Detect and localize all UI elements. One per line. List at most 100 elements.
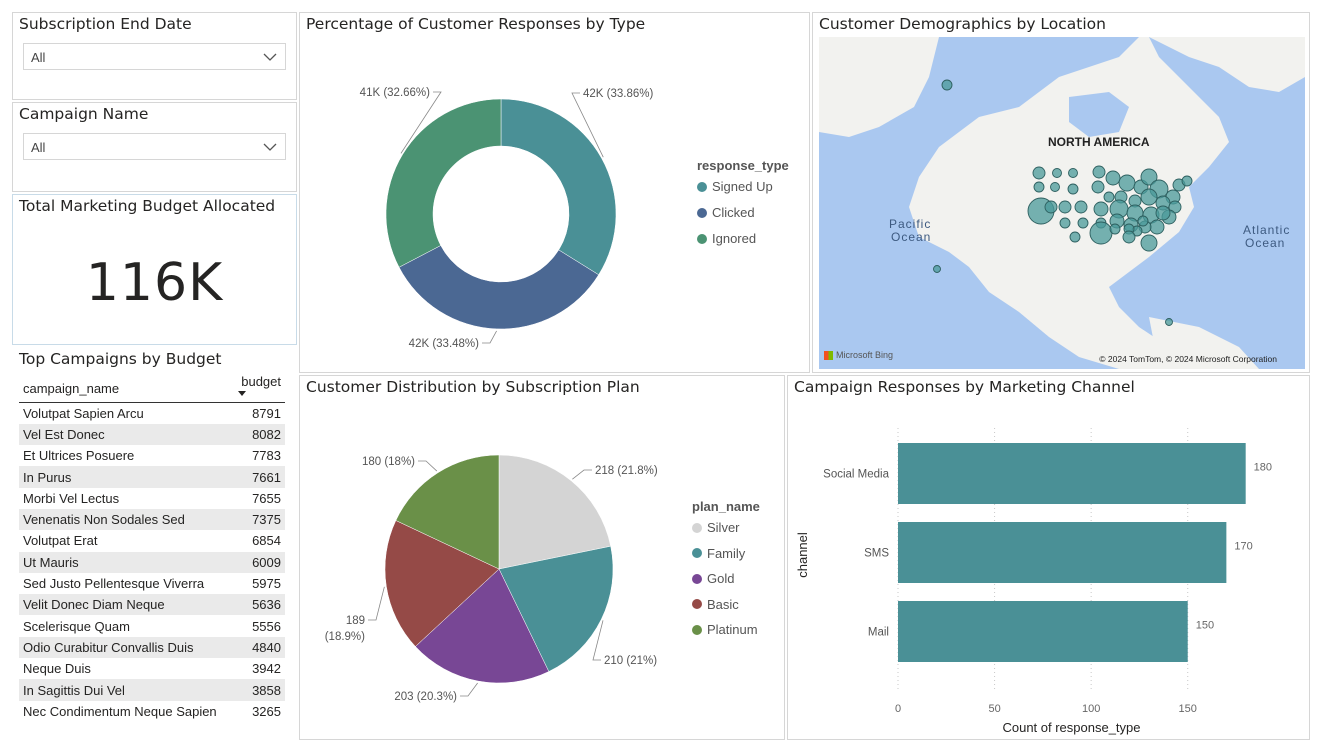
dropdown-value: All	[31, 50, 46, 65]
location-bubble[interactable]	[1103, 191, 1115, 203]
table-row[interactable]: Odio Curabitur Convallis Duis 4840	[19, 636, 285, 659]
column-header-campaign-name[interactable]: campaign_name	[19, 372, 235, 403]
location-bubble[interactable]	[1181, 175, 1193, 187]
legend-swatch	[697, 207, 707, 218]
location-bubble[interactable]	[1050, 182, 1060, 192]
legend-item-family[interactable]: Family	[692, 546, 745, 561]
table-row[interactable]: Nec Condimentum Neque Sapien 3265	[19, 701, 285, 722]
location-bubble[interactable]	[1069, 231, 1081, 243]
location-bubble[interactable]	[941, 79, 953, 91]
marketing-channel-bar-chart: 0 50 100 150 Social Media 180 SMS 170 Mail 150 Cou…	[795, 428, 1272, 735]
location-bubble[interactable]	[1137, 215, 1149, 227]
location-bubble[interactable]	[1091, 180, 1105, 194]
location-bubble[interactable]	[1067, 183, 1079, 195]
location-bubble[interactable]	[933, 265, 941, 273]
bar-social-media[interactable]	[898, 443, 1246, 504]
table-row[interactable]: Venenatis Non Sodales Sed 7375	[19, 508, 285, 531]
location-bubble[interactable]	[1059, 217, 1071, 229]
table-row[interactable]: Ut Mauris 6009	[19, 551, 285, 573]
campaign-name-cell: Sed Justo Pellentesque Viverra	[23, 576, 205, 592]
location-bubble[interactable]	[1074, 200, 1088, 214]
location-bubble[interactable]	[1140, 234, 1158, 252]
chevron-down-icon	[263, 53, 277, 61]
table-row[interactable]: Sed Justo Pellentesque Viverra 5975	[19, 573, 285, 594]
data-label: 189	[346, 615, 365, 627]
campaign-name-cell: Morbi Vel Lectus	[23, 490, 120, 506]
column-header-budget[interactable]: budget	[234, 372, 285, 403]
chart-title: Customer Demographics by Location	[819, 15, 1106, 33]
response-type-donut-panel: Percentage of Customer Responses by Type…	[299, 12, 810, 373]
campaign-name-cell: Venenatis Non Sodales Sed	[19, 508, 235, 531]
location-bubble[interactable]	[1155, 205, 1171, 221]
location-bubble[interactable]	[1044, 200, 1058, 214]
location-bubble[interactable]	[1092, 165, 1106, 179]
data-label: 150	[1196, 620, 1214, 632]
legend-item-gold[interactable]: Gold	[692, 571, 734, 586]
campaign-name-cell: Velit Donec Diam Neque	[19, 594, 235, 616]
location-bubble[interactable]	[1140, 188, 1158, 206]
location-bubble[interactable]	[1093, 201, 1109, 217]
data-label: (18.9%)	[325, 631, 365, 643]
campaign-name-cell: Vel Est Donec	[19, 423, 235, 446]
slice-ignored[interactable]	[385, 98, 502, 268]
legend-item-platinum[interactable]: Platinum	[692, 622, 758, 637]
location-bubble[interactable]	[1118, 174, 1136, 192]
bar-mail[interactable]	[898, 601, 1188, 662]
slice-clicked[interactable]	[398, 245, 599, 330]
table-row[interactable]: Volutpat Erat 6854	[19, 530, 285, 551]
chart-title: Campaign Responses by Marketing Channel	[794, 378, 1135, 396]
location-bubble[interactable]	[1109, 223, 1121, 235]
location-bubble[interactable]	[1077, 217, 1089, 229]
location-bubble[interactable]	[1149, 219, 1165, 235]
top-campaigns-table: campaign_name budget Volutpat Sapien Arc…	[19, 372, 285, 722]
budget-cell: 7661	[234, 466, 285, 488]
table-row[interactable]: Neque Duis 3942	[19, 658, 285, 679]
legend-swatch	[697, 233, 707, 244]
bar-sms[interactable]	[898, 522, 1227, 583]
location-bubble[interactable]	[1105, 170, 1121, 186]
budget-cell: 3265	[252, 703, 281, 719]
table-row[interactable]: Et Ultrices Posuere 7783	[19, 445, 285, 466]
chart-title: Percentage of Customer Responses by Type	[306, 15, 646, 33]
campaign-name-cell: Volutpat Erat	[23, 533, 98, 549]
location-bubble[interactable]	[1032, 166, 1046, 180]
legend-item-clicked[interactable]: Clicked	[697, 205, 755, 220]
campaign-name-dropdown[interactable]: All	[23, 133, 286, 160]
location-bubble[interactable]	[1033, 181, 1045, 193]
table-row[interactable]: In Sagittis Dui Vel 3858	[19, 679, 285, 701]
budget-cell: 7375	[234, 508, 285, 531]
table-row[interactable]: In Purus 7661	[19, 466, 285, 488]
legend-swatch	[692, 599, 702, 609]
legend-item-basic[interactable]: Basic	[692, 597, 739, 612]
customer-location-map[interactable]: NORTH AMERICA Pacific Ocean Atlantic Oce…	[819, 37, 1305, 369]
table-row[interactable]: Scelerisque Quam 5556	[19, 615, 285, 636]
campaign-name-cell: Ut Mauris	[19, 551, 235, 573]
campaign-name-slicer: Campaign Name All	[12, 102, 297, 192]
location-bubble[interactable]	[1122, 230, 1136, 244]
legend-item-signed-up[interactable]: Signed Up	[697, 179, 773, 194]
location-bubble[interactable]	[1089, 221, 1113, 245]
data-label: 42K (33.86%)	[583, 88, 653, 100]
legend-item-ignored[interactable]: Ignored	[697, 231, 756, 246]
map-attribution: © 2024 TomTom, © 2024 Microsoft Corporat…	[1099, 354, 1277, 364]
legend-item-silver[interactable]: Silver	[692, 520, 740, 535]
location-bubble[interactable]	[1068, 168, 1078, 178]
table-row[interactable]: Velit Donec Diam Neque 5636	[19, 594, 285, 616]
budget-cell: 7783	[252, 448, 281, 464]
table-title: Top Campaigns by Budget	[19, 350, 222, 368]
card-title: Total Marketing Budget Allocated	[19, 197, 276, 215]
subscription-end-date-dropdown[interactable]: All	[23, 43, 286, 70]
table-row[interactable]: Vel Est Donec 8082	[19, 423, 285, 446]
bing-logo: Microsoft Bing	[824, 350, 893, 360]
marketing-channel-bar-panel: Campaign Responses by Marketing Channel …	[787, 375, 1310, 740]
budget-cell: 3858	[234, 679, 285, 701]
campaign-name-cell: Scelerisque Quam	[23, 618, 130, 634]
location-bubble[interactable]	[1058, 200, 1072, 214]
location-bubble[interactable]	[1052, 168, 1062, 178]
slice-signed-up[interactable]	[500, 98, 617, 276]
table-row[interactable]: Volutpat Sapien Arcu 8791	[19, 403, 285, 424]
budget-cell: 8791	[252, 405, 281, 421]
location-bubble[interactable]	[1165, 318, 1173, 326]
campaign-name-cell: In Sagittis Dui Vel	[19, 679, 235, 701]
table-row[interactable]: Morbi Vel Lectus 7655	[19, 488, 285, 509]
